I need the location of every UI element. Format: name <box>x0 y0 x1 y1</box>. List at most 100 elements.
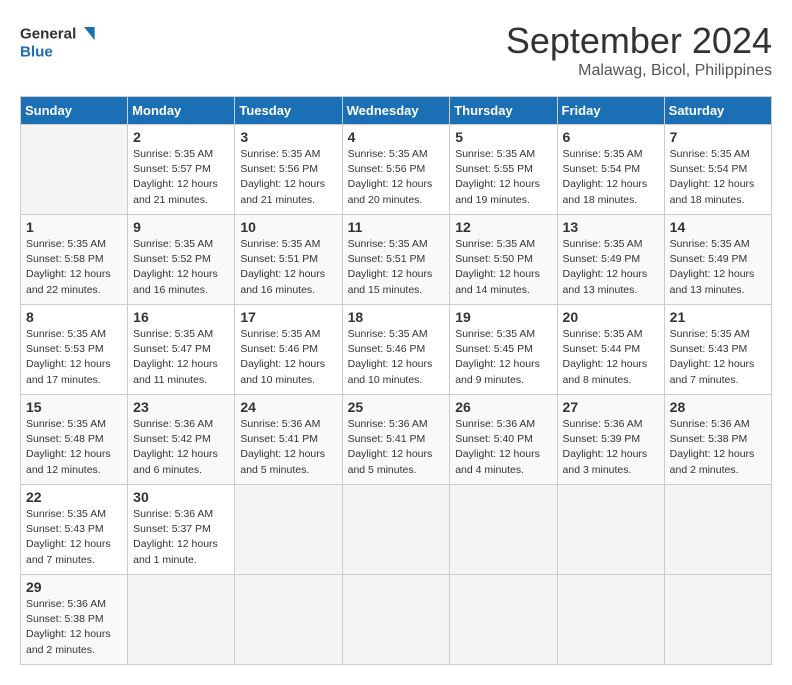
calendar-week-row: 2 Sunrise: 5:35 AM Sunset: 5:57 PM Dayli… <box>21 125 772 215</box>
day-info: Sunrise: 5:36 AM Sunset: 5:39 PM Dayligh… <box>563 417 659 478</box>
day-info: Sunrise: 5:35 AM Sunset: 5:57 PM Dayligh… <box>133 147 229 208</box>
calendar-table: SundayMondayTuesdayWednesdayThursdayFrid… <box>20 96 772 665</box>
day-info: Sunrise: 5:36 AM Sunset: 5:37 PM Dayligh… <box>133 507 229 568</box>
calendar-cell <box>664 485 771 575</box>
calendar-cell <box>557 485 664 575</box>
logo-icon: General Blue <box>20 20 100 65</box>
day-number: 28 <box>670 399 766 415</box>
day-number: 23 <box>133 399 229 415</box>
day-number: 15 <box>26 399 122 415</box>
calendar-cell <box>342 485 450 575</box>
calendar-cell: 15 Sunrise: 5:35 AM Sunset: 5:48 PM Dayl… <box>21 395 128 485</box>
day-info: Sunrise: 5:35 AM Sunset: 5:45 PM Dayligh… <box>455 327 551 388</box>
calendar-cell: 30 Sunrise: 5:36 AM Sunset: 5:37 PM Dayl… <box>128 485 235 575</box>
day-info: Sunrise: 5:35 AM Sunset: 5:53 PM Dayligh… <box>26 327 122 388</box>
day-number: 20 <box>563 309 659 325</box>
day-info: Sunrise: 5:35 AM Sunset: 5:46 PM Dayligh… <box>240 327 336 388</box>
calendar-cell: 18 Sunrise: 5:35 AM Sunset: 5:46 PM Dayl… <box>342 305 450 395</box>
weekday-header-saturday: Saturday <box>664 97 771 125</box>
weekday-header-wednesday: Wednesday <box>342 97 450 125</box>
calendar-cell: 21 Sunrise: 5:35 AM Sunset: 5:43 PM Dayl… <box>664 305 771 395</box>
calendar-cell: 19 Sunrise: 5:35 AM Sunset: 5:45 PM Dayl… <box>450 305 557 395</box>
day-number: 27 <box>563 399 659 415</box>
day-number: 8 <box>26 309 122 325</box>
day-number: 11 <box>348 219 445 235</box>
day-number: 14 <box>670 219 766 235</box>
page-header: General Blue September 2024 Malawag, Bic… <box>20 20 772 80</box>
day-number: 12 <box>455 219 551 235</box>
day-info: Sunrise: 5:35 AM Sunset: 5:51 PM Dayligh… <box>348 237 445 298</box>
day-number: 29 <box>26 579 122 595</box>
day-number: 13 <box>563 219 659 235</box>
day-number: 17 <box>240 309 336 325</box>
logo: General Blue <box>20 20 100 65</box>
calendar-cell <box>235 485 342 575</box>
calendar-cell: 6 Sunrise: 5:35 AM Sunset: 5:54 PM Dayli… <box>557 125 664 215</box>
day-number: 25 <box>348 399 445 415</box>
weekday-header-thursday: Thursday <box>450 97 557 125</box>
calendar-cell: 1 Sunrise: 5:35 AM Sunset: 5:58 PM Dayli… <box>21 215 128 305</box>
day-number: 18 <box>348 309 445 325</box>
weekday-header-monday: Monday <box>128 97 235 125</box>
calendar-cell: 17 Sunrise: 5:35 AM Sunset: 5:46 PM Dayl… <box>235 305 342 395</box>
calendar-cell: 8 Sunrise: 5:35 AM Sunset: 5:53 PM Dayli… <box>21 305 128 395</box>
day-info: Sunrise: 5:35 AM Sunset: 5:54 PM Dayligh… <box>563 147 659 208</box>
day-number: 26 <box>455 399 551 415</box>
weekday-header-friday: Friday <box>557 97 664 125</box>
calendar-cell: 2 Sunrise: 5:35 AM Sunset: 5:57 PM Dayli… <box>128 125 235 215</box>
calendar-cell: 7 Sunrise: 5:35 AM Sunset: 5:54 PM Dayli… <box>664 125 771 215</box>
calendar-cell: 29 Sunrise: 5:36 AM Sunset: 5:38 PM Dayl… <box>21 575 128 665</box>
day-number: 2 <box>133 129 229 145</box>
day-number: 6 <box>563 129 659 145</box>
calendar-cell <box>450 575 557 665</box>
day-info: Sunrise: 5:36 AM Sunset: 5:38 PM Dayligh… <box>670 417 766 478</box>
calendar-cell: 16 Sunrise: 5:35 AM Sunset: 5:47 PM Dayl… <box>128 305 235 395</box>
svg-text:General: General <box>20 26 76 43</box>
weekday-header-sunday: Sunday <box>21 97 128 125</box>
day-number: 1 <box>26 219 122 235</box>
day-info: Sunrise: 5:36 AM Sunset: 5:38 PM Dayligh… <box>26 597 122 658</box>
svg-text:Blue: Blue <box>20 43 53 60</box>
calendar-week-row: 29 Sunrise: 5:36 AM Sunset: 5:38 PM Dayl… <box>21 575 772 665</box>
calendar-week-row: 15 Sunrise: 5:35 AM Sunset: 5:48 PM Dayl… <box>21 395 772 485</box>
calendar-cell: 14 Sunrise: 5:35 AM Sunset: 5:49 PM Dayl… <box>664 215 771 305</box>
day-info: Sunrise: 5:35 AM Sunset: 5:51 PM Dayligh… <box>240 237 336 298</box>
day-info: Sunrise: 5:35 AM Sunset: 5:48 PM Dayligh… <box>26 417 122 478</box>
day-number: 7 <box>670 129 766 145</box>
calendar-cell: 25 Sunrise: 5:36 AM Sunset: 5:41 PM Dayl… <box>342 395 450 485</box>
day-number: 24 <box>240 399 336 415</box>
day-info: Sunrise: 5:35 AM Sunset: 5:58 PM Dayligh… <box>26 237 122 298</box>
day-info: Sunrise: 5:35 AM Sunset: 5:52 PM Dayligh… <box>133 237 229 298</box>
day-info: Sunrise: 5:35 AM Sunset: 5:55 PM Dayligh… <box>455 147 551 208</box>
calendar-cell: 9 Sunrise: 5:35 AM Sunset: 5:52 PM Dayli… <box>128 215 235 305</box>
title-section: September 2024 Malawag, Bicol, Philippin… <box>506 20 772 80</box>
day-info: Sunrise: 5:36 AM Sunset: 5:40 PM Dayligh… <box>455 417 551 478</box>
day-info: Sunrise: 5:36 AM Sunset: 5:42 PM Dayligh… <box>133 417 229 478</box>
weekday-header-row: SundayMondayTuesdayWednesdayThursdayFrid… <box>21 97 772 125</box>
calendar-cell: 23 Sunrise: 5:36 AM Sunset: 5:42 PM Dayl… <box>128 395 235 485</box>
calendar-cell: 24 Sunrise: 5:36 AM Sunset: 5:41 PM Dayl… <box>235 395 342 485</box>
day-number: 4 <box>348 129 445 145</box>
calendar-cell <box>664 575 771 665</box>
calendar-cell <box>235 575 342 665</box>
day-number: 19 <box>455 309 551 325</box>
day-info: Sunrise: 5:35 AM Sunset: 5:43 PM Dayligh… <box>670 327 766 388</box>
calendar-cell: 4 Sunrise: 5:35 AM Sunset: 5:56 PM Dayli… <box>342 125 450 215</box>
day-number: 21 <box>670 309 766 325</box>
calendar-cell: 22 Sunrise: 5:35 AM Sunset: 5:43 PM Dayl… <box>21 485 128 575</box>
calendar-cell <box>21 125 128 215</box>
day-info: Sunrise: 5:35 AM Sunset: 5:49 PM Dayligh… <box>670 237 766 298</box>
calendar-cell: 20 Sunrise: 5:35 AM Sunset: 5:44 PM Dayl… <box>557 305 664 395</box>
day-info: Sunrise: 5:35 AM Sunset: 5:44 PM Dayligh… <box>563 327 659 388</box>
calendar-cell: 11 Sunrise: 5:35 AM Sunset: 5:51 PM Dayl… <box>342 215 450 305</box>
calendar-cell: 28 Sunrise: 5:36 AM Sunset: 5:38 PM Dayl… <box>664 395 771 485</box>
calendar-cell <box>128 575 235 665</box>
calendar-cell <box>557 575 664 665</box>
day-number: 30 <box>133 489 229 505</box>
weekday-header-tuesday: Tuesday <box>235 97 342 125</box>
calendar-cell: 27 Sunrise: 5:36 AM Sunset: 5:39 PM Dayl… <box>557 395 664 485</box>
calendar-cell <box>450 485 557 575</box>
location-title: Malawag, Bicol, Philippines <box>506 62 772 80</box>
calendar-cell <box>342 575 450 665</box>
day-number: 16 <box>133 309 229 325</box>
